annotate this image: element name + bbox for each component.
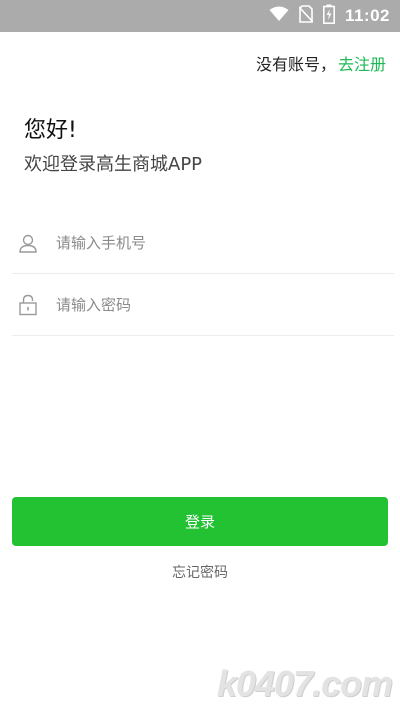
status-icons: 11:02 [269, 0, 390, 32]
register-link[interactable]: 去注册 [338, 51, 386, 75]
watermark-logo: k0407.com [216, 663, 393, 704]
phone-input[interactable] [56, 227, 356, 258]
greeting-title: 您好! [24, 118, 77, 143]
password-field-row [12, 274, 394, 336]
password-input[interactable] [56, 289, 356, 320]
login-button[interactable]: 登录 [12, 497, 388, 546]
wifi-icon [269, 6, 289, 26]
status-bar: 11:02 [0, 0, 400, 32]
lock-icon [16, 293, 40, 317]
welcome-subtitle: 欢迎登录高生商城APP [24, 154, 203, 175]
no-account-text: 没有账号， [255, 55, 336, 74]
status-time: 11:02 [344, 6, 390, 25]
no-sim-icon [298, 5, 314, 27]
phone-field-row [12, 212, 394, 274]
battery-charging-icon [322, 4, 335, 28]
user-icon [16, 231, 40, 255]
register-prompt: 没有账号， 去注册 [256, 52, 386, 74]
forgot-password-link[interactable]: 忘记密码 [0, 562, 400, 582]
